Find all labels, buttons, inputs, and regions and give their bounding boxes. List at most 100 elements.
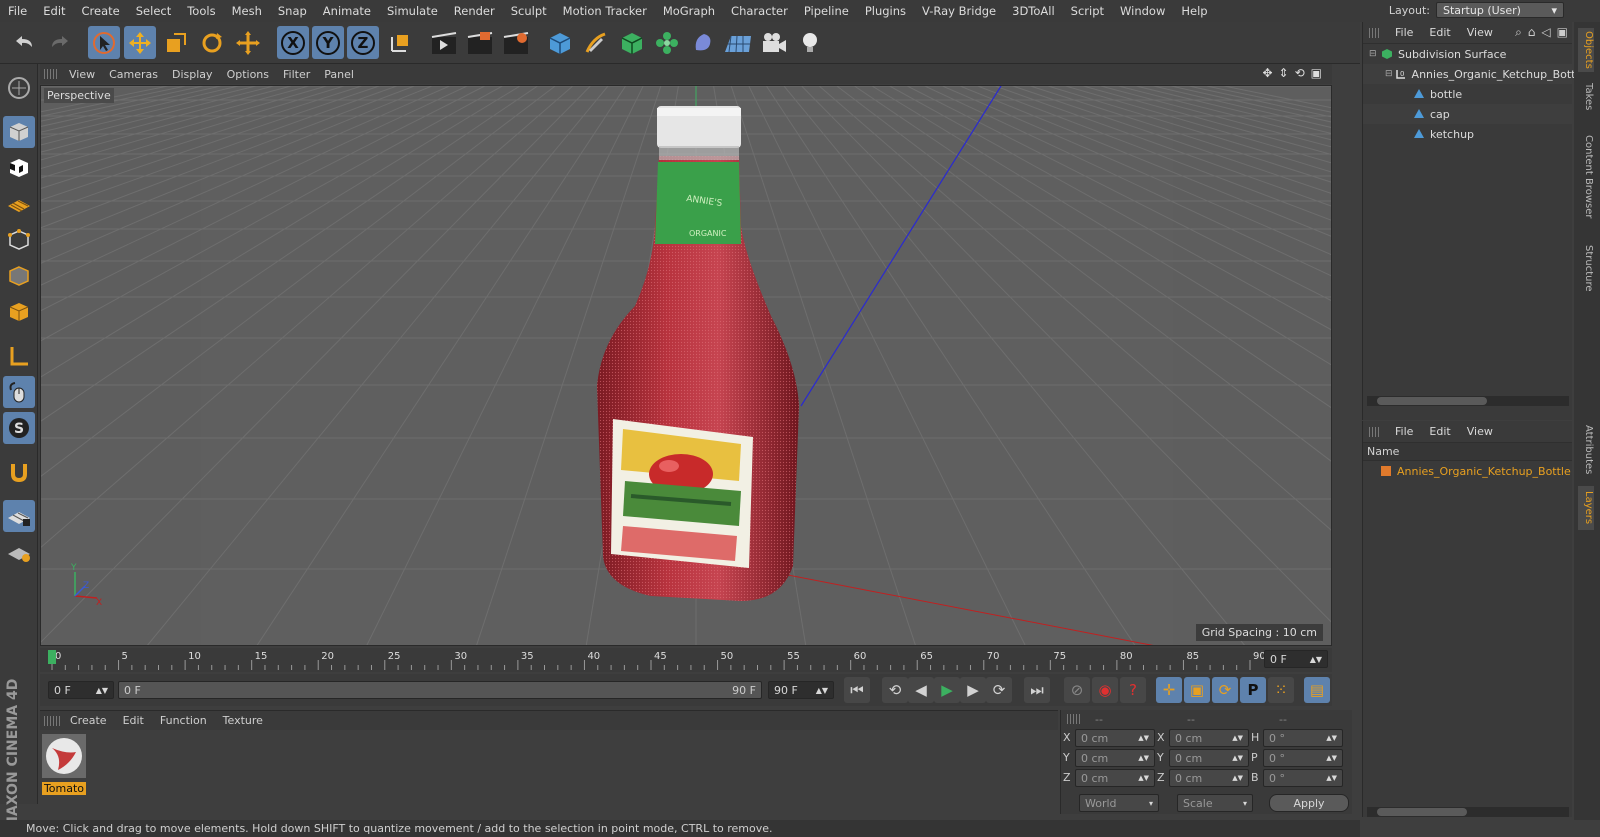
material-menu-texture[interactable]: Texture — [215, 714, 271, 727]
scrollbar-thumb[interactable] — [1377, 808, 1467, 816]
coord-field[interactable]: 0 ° ▲▼ — [1263, 769, 1343, 787]
move-view-icon[interactable]: ✥ — [1262, 66, 1272, 80]
key-pla-icon[interactable]: ⁙ — [1268, 677, 1294, 703]
drag-handle-icon[interactable] — [1369, 28, 1381, 38]
magnet-icon[interactable] — [3, 456, 35, 488]
home-icon[interactable]: ⌂ — [1528, 25, 1536, 40]
rotate-icon[interactable] — [196, 26, 228, 59]
scale-mode-select[interactable]: Scale ▾ — [1177, 794, 1253, 812]
workplane-icon[interactable] — [3, 188, 35, 220]
y-axis-icon[interactable]: Y — [312, 26, 344, 59]
render-view-icon[interactable] — [428, 26, 460, 59]
object-menu-file[interactable]: File — [1387, 26, 1421, 39]
material-menu-function[interactable]: Function — [152, 714, 215, 727]
menu-simulate[interactable]: Simulate — [379, 4, 446, 18]
stepper-icon[interactable]: ▲▼ — [1326, 734, 1337, 742]
menu-help[interactable]: Help — [1173, 4, 1215, 18]
tab-structure[interactable]: Structure — [1578, 238, 1594, 298]
back-icon[interactable]: ◁ — [1541, 25, 1550, 40]
coord-field[interactable]: 0 ° ▲▼ — [1263, 729, 1343, 747]
end-frame-field[interactable]: 90 F ▲▼ — [768, 681, 834, 699]
search-icon[interactable]: ⌕ — [1515, 25, 1522, 40]
x-axis-icon[interactable]: X — [277, 26, 309, 59]
coord-field[interactable]: 0 cm ▲▼ — [1169, 729, 1249, 747]
coord-field[interactable]: 0 cm ▲▼ — [1169, 749, 1249, 767]
play-icon[interactable]: ▶ — [934, 677, 960, 703]
coord-field[interactable]: 0 ° ▲▼ — [1263, 749, 1343, 767]
object-row-annies-organic-ketchup-bottle[interactable]: ⊟ 0 Annies_Organic_Ketchup_Bottle — [1363, 64, 1585, 84]
object-row-cap[interactable]: cap — [1363, 104, 1572, 124]
tweak-mode-icon[interactable] — [3, 376, 35, 408]
coord-field[interactable]: 0 cm ▲▼ — [1075, 769, 1155, 787]
drag-handle-icon[interactable] — [1067, 714, 1081, 724]
menu-file[interactable]: File — [0, 4, 35, 18]
light-icon[interactable] — [794, 26, 826, 59]
timeline-window-icon[interactable]: ▤ — [1304, 677, 1330, 703]
material-swatch[interactable]: Tomato — [42, 734, 86, 795]
next-key-icon[interactable]: ⟳ — [986, 677, 1012, 703]
pen-icon[interactable] — [580, 26, 612, 59]
edges-mode-icon[interactable] — [3, 260, 35, 292]
rotate-view-icon[interactable]: ⟲ — [1295, 66, 1305, 80]
tab-layers[interactable]: Layers — [1578, 486, 1594, 530]
redo-icon[interactable] — [44, 26, 76, 59]
move-icon[interactable] — [124, 26, 156, 59]
coord-field[interactable]: 0 cm ▲▼ — [1075, 749, 1155, 767]
cube-icon[interactable] — [544, 26, 576, 59]
menu-mesh[interactable]: Mesh — [224, 4, 270, 18]
coord-field[interactable]: 0 cm ▲▼ — [1169, 769, 1249, 787]
cloner-icon[interactable] — [651, 26, 683, 59]
layer-menu-file[interactable]: File — [1387, 425, 1421, 438]
planar-workplane-icon[interactable] — [3, 536, 35, 568]
layer-menu-edit[interactable]: Edit — [1421, 425, 1458, 438]
zoom-view-icon[interactable]: ⇕ — [1279, 66, 1289, 80]
stepper-icon[interactable]: ▲▼ — [1138, 774, 1149, 782]
current-frame-field[interactable]: 0 F ▲▼ — [1264, 650, 1328, 668]
layer-menu-view[interactable]: View — [1459, 425, 1501, 438]
last-tool-icon[interactable] — [232, 26, 264, 59]
record-keys-icon[interactable]: ⊘ — [1064, 677, 1090, 703]
material-menu-edit[interactable]: Edit — [115, 714, 152, 727]
tab-content-browser[interactable]: Content Browser — [1578, 122, 1594, 232]
viewport-menu-panel[interactable]: Panel — [317, 68, 361, 81]
frame-range-slider[interactable]: 0 F 90 F — [118, 681, 762, 699]
key-rotation-icon[interactable]: ⟳ — [1212, 677, 1238, 703]
object-row-ketchup[interactable]: ketchup — [1363, 124, 1572, 144]
coordinate-mode-select[interactable]: World ▾ — [1079, 794, 1159, 812]
viewport-menu-view[interactable]: View — [62, 68, 102, 81]
polygons-mode-icon[interactable] — [3, 296, 35, 328]
layer-column-header[interactable]: Name — [1363, 443, 1572, 461]
object-menu-view[interactable]: View — [1459, 26, 1501, 39]
layer-row[interactable]: Annies_Organic_Ketchup_Bottle — [1363, 461, 1572, 481]
axis-mode-icon[interactable] — [3, 340, 35, 372]
object-row-subdivision-surface[interactable]: ⊟ Subdivision Surface — [1363, 44, 1572, 64]
menu-edit[interactable]: Edit — [35, 4, 73, 18]
live-select-icon[interactable] — [88, 26, 120, 59]
stepper-icon[interactable]: ▲▼ — [1138, 734, 1149, 742]
render-settings-icon[interactable] — [500, 26, 532, 59]
menu-character[interactable]: Character — [723, 4, 796, 18]
make-editable-icon[interactable] — [3, 72, 35, 104]
go-to-start-icon[interactable]: ⏮ — [844, 677, 870, 703]
stepper-icon[interactable]: ▲▼ — [1326, 774, 1337, 782]
subdivision-icon[interactable] — [616, 26, 648, 59]
menu-animate[interactable]: Animate — [315, 4, 379, 18]
coord-field[interactable]: 0 cm ▲▼ — [1075, 729, 1155, 747]
go-to-end-icon[interactable]: ⏭ — [1024, 677, 1050, 703]
stepper-icon[interactable]: ▲▼ — [1326, 754, 1337, 762]
menu-3dtoall[interactable]: 3DToAll — [1004, 4, 1063, 18]
apply-button[interactable]: Apply — [1269, 794, 1349, 812]
start-frame-field[interactable]: 0 F ▲▼ — [48, 681, 114, 699]
menu-pipeline[interactable]: Pipeline — [796, 4, 857, 18]
menu-select[interactable]: Select — [128, 4, 179, 18]
material-menu-create[interactable]: Create — [62, 714, 115, 727]
texture-mode-icon[interactable] — [3, 152, 35, 184]
menu-script[interactable]: Script — [1063, 4, 1112, 18]
lock-workplane-icon[interactable] — [3, 500, 35, 532]
object-row-bottle[interactable]: bottle — [1363, 84, 1572, 104]
stepper-icon[interactable]: ▲▼ — [1138, 754, 1149, 762]
previous-frame-icon[interactable]: ◀ — [908, 677, 934, 703]
menu-mograph[interactable]: MoGraph — [655, 4, 723, 18]
object-scrollbar[interactable] — [1367, 396, 1569, 406]
drag-handle-icon[interactable] — [1369, 427, 1381, 437]
